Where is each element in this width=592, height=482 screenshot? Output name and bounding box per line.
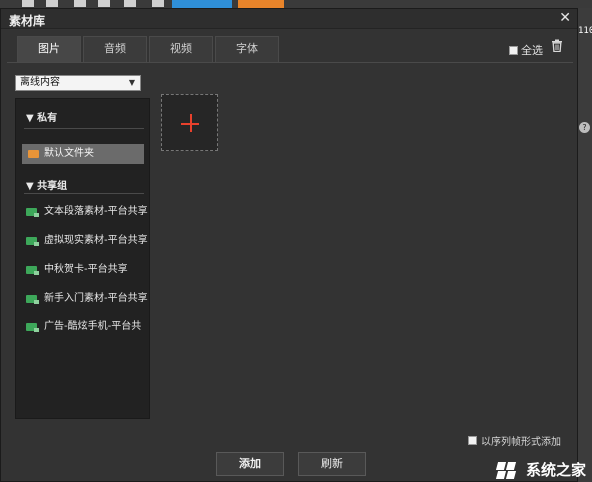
background-right-panel: 110 ? bbox=[578, 8, 592, 482]
folder-label: 默认文件夹 bbox=[44, 148, 94, 159]
background-toolbar bbox=[0, 0, 592, 8]
select-all-checkbox[interactable]: 全选 bbox=[509, 42, 543, 58]
sidebar-item-shared[interactable]: 中秋贺卡-平台共享 bbox=[24, 262, 148, 278]
shared-header-label: 共享组 bbox=[37, 181, 68, 192]
refresh-button[interactable]: 刷新 bbox=[298, 452, 366, 476]
preview-icon bbox=[98, 0, 110, 7]
collapse-triangle-icon: ▼ bbox=[26, 113, 38, 124]
add-button[interactable]: 添加 bbox=[216, 452, 284, 476]
shared-item-label: 新手入门素材-平台共享 bbox=[44, 293, 148, 304]
section-divider bbox=[24, 128, 144, 129]
export-icon bbox=[152, 0, 164, 7]
watermark: 系统之家 bbox=[495, 459, 586, 480]
source-select-value: 离线内容 bbox=[20, 77, 60, 88]
pause-icon bbox=[46, 0, 58, 7]
shared-item-label: 中秋贺卡-平台共享 bbox=[44, 264, 128, 275]
asset-library-dialog: 素材库 ✕ 图片 音频 视频 字体 全选 离线内容 ▼ ▼ 私有 默认文件夹 ▼… bbox=[0, 8, 578, 482]
add-asset-tile[interactable] bbox=[161, 94, 218, 151]
settings-icon bbox=[124, 0, 136, 7]
source-select[interactable]: 离线内容 ▼ bbox=[15, 75, 141, 91]
sidebar-item-shared[interactable]: 虚拟现实素材-平台共享 bbox=[24, 233, 148, 249]
trash-icon[interactable] bbox=[551, 39, 563, 56]
shared-item-label: 虚拟现实素材-平台共享 bbox=[44, 235, 148, 246]
tab-audio[interactable]: 音频 bbox=[83, 36, 147, 62]
play-icon bbox=[22, 0, 34, 7]
watermark-text: 系统之家 bbox=[525, 461, 586, 479]
tab-fonts[interactable]: 字体 bbox=[215, 36, 279, 62]
background-number: 110 bbox=[578, 26, 592, 36]
close-icon[interactable]: ✕ bbox=[559, 10, 571, 26]
shared-item-label: 文本段落素材-平台共享 bbox=[44, 206, 148, 217]
folder-sidebar: ▼ 私有 默认文件夹 ▼ 共享组 文本段落素材-平台共享 虚拟现实素材-平台共享… bbox=[15, 98, 150, 419]
sequence-frames-checkbox[interactable]: 以序列帧形式添加 bbox=[468, 433, 561, 448]
sidebar-item-shared[interactable]: 新手入门素材-平台共享 bbox=[24, 291, 148, 307]
shared-section-header[interactable]: ▼ 共享组 bbox=[26, 177, 67, 192]
publish-button[interactable] bbox=[238, 0, 284, 8]
sequence-frames-label: 以序列帧形式添加 bbox=[481, 437, 561, 448]
folder-icon bbox=[28, 150, 39, 158]
plus-icon-vertical bbox=[190, 114, 192, 132]
shared-folder-icon bbox=[26, 295, 39, 304]
section-divider bbox=[24, 193, 144, 194]
sync-cloud-button[interactable] bbox=[172, 0, 232, 8]
dialog-title: 素材库 bbox=[9, 14, 46, 28]
sidebar-item-shared[interactable]: 广告-酷炫手机-平台共 bbox=[24, 319, 148, 335]
checkbox-box[interactable] bbox=[468, 436, 477, 445]
shared-folder-icon bbox=[26, 323, 39, 332]
dialog-titlebar: 素材库 ✕ bbox=[1, 9, 577, 29]
select-all-label: 全选 bbox=[521, 44, 543, 57]
tab-divider bbox=[7, 62, 573, 63]
shared-folder-icon bbox=[26, 208, 39, 217]
sidebar-item-default-folder[interactable]: 默认文件夹 bbox=[22, 144, 144, 164]
help-icon[interactable]: ? bbox=[579, 122, 590, 133]
stop-icon bbox=[74, 0, 86, 7]
tab-video[interactable]: 视频 bbox=[149, 36, 213, 62]
watermark-logo-icon bbox=[495, 460, 521, 480]
tab-images[interactable]: 图片 bbox=[17, 36, 81, 63]
shared-folder-icon bbox=[26, 266, 39, 275]
shared-folder-icon bbox=[26, 237, 39, 246]
collapse-triangle-icon: ▼ bbox=[26, 181, 38, 192]
private-header-label: 私有 bbox=[37, 113, 58, 124]
private-section-header[interactable]: ▼ 私有 bbox=[26, 109, 57, 124]
shared-item-label: 广告-酷炫手机-平台共 bbox=[44, 321, 142, 332]
dropdown-arrow-icon: ▼ bbox=[128, 78, 135, 87]
checkbox-box[interactable] bbox=[509, 45, 518, 55]
sidebar-item-shared[interactable]: 文本段落素材-平台共享 bbox=[24, 204, 148, 220]
